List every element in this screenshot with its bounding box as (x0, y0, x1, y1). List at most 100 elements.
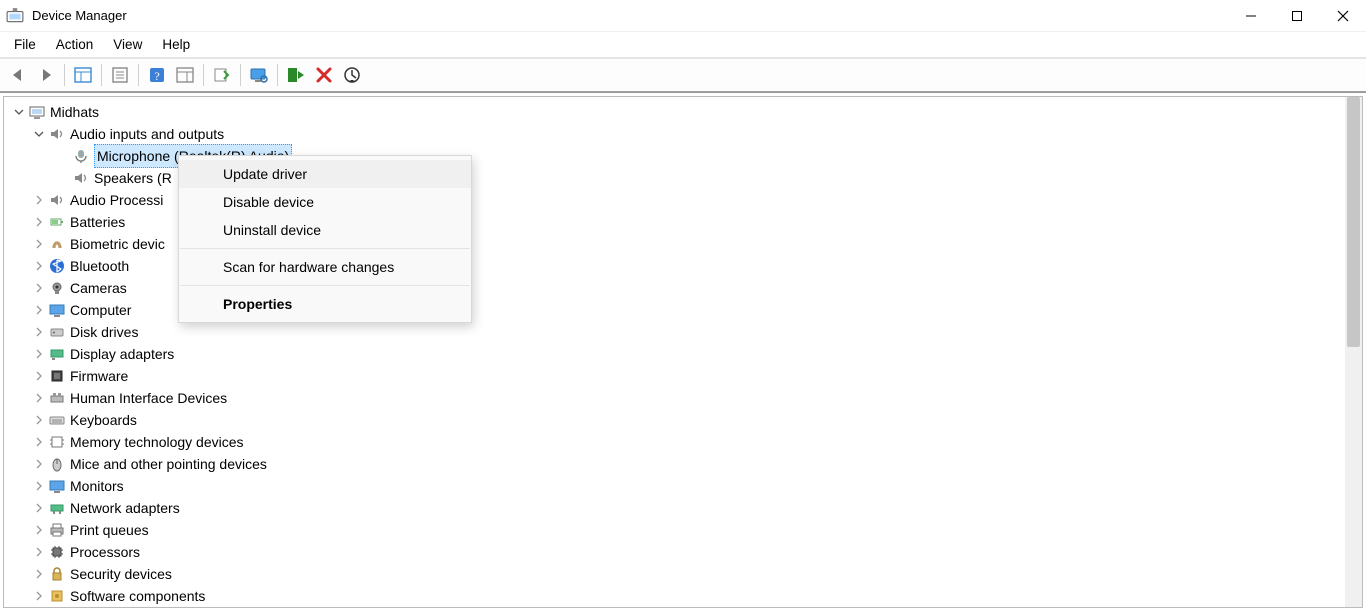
chevron-right-icon[interactable] (32, 259, 46, 273)
chevron-right-icon[interactable] (32, 325, 46, 339)
properties-button[interactable] (106, 61, 134, 89)
tree-node-label: Network adapters (70, 497, 180, 519)
maximize-button[interactable] (1274, 0, 1320, 32)
memory-icon (48, 433, 66, 451)
context-menu-scan-hardware[interactable]: Scan for hardware changes (179, 253, 471, 281)
chevron-right-icon[interactable] (32, 567, 46, 581)
disable-device-button[interactable] (338, 61, 366, 89)
app-icon (6, 7, 24, 25)
chevron-right-icon[interactable] (32, 193, 46, 207)
tree-node-label: Computer (70, 299, 131, 321)
network-icon (48, 499, 66, 517)
help-button[interactable]: ? (143, 61, 171, 89)
tree-node-mice[interactable]: Mice and other pointing devices (8, 453, 1362, 475)
tree-node-processors[interactable]: Processors (8, 541, 1362, 563)
menu-view[interactable]: View (103, 34, 152, 55)
titlebar: Device Manager (0, 0, 1366, 32)
tree-node-label: Batteries (70, 211, 125, 233)
tree-node-hid[interactable]: Human Interface Devices (8, 387, 1362, 409)
lock-icon (48, 565, 66, 583)
vertical-scrollbar[interactable] (1345, 97, 1362, 607)
twisty-none (56, 149, 70, 163)
context-menu-separator (180, 248, 470, 249)
chevron-right-icon[interactable] (32, 435, 46, 449)
menu-file[interactable]: File (4, 34, 46, 55)
hid-icon (48, 389, 66, 407)
tree-node-monitors[interactable]: Monitors (8, 475, 1362, 497)
tree-node-display-adapters[interactable]: Display adapters (8, 343, 1362, 365)
close-button[interactable] (1320, 0, 1366, 32)
tree-node-label: Firmware (70, 365, 128, 387)
tree-node-label: Bluetooth (70, 255, 129, 277)
context-menu-update-driver[interactable]: Update driver (179, 160, 471, 188)
scrollbar-thumb[interactable] (1347, 97, 1360, 347)
tree-node-network[interactable]: Network adapters (8, 497, 1362, 519)
tree-node-software-components[interactable]: Software components (8, 585, 1362, 607)
tree-node-label: Display adapters (70, 343, 174, 365)
chevron-right-icon[interactable] (32, 523, 46, 537)
chevron-right-icon[interactable] (32, 589, 46, 603)
action-pane-button[interactable] (171, 61, 199, 89)
chevron-right-icon[interactable] (32, 303, 46, 317)
tree-node-label: Audio Processi (70, 189, 163, 211)
minimize-button[interactable] (1228, 0, 1274, 32)
tree-node-label: Speakers (R (94, 167, 172, 189)
uninstall-device-button[interactable] (310, 61, 338, 89)
tree-node-firmware[interactable]: Firmware (8, 365, 1362, 387)
mouse-icon (48, 455, 66, 473)
update-driver-button[interactable] (208, 61, 236, 89)
tree-node-label: Audio inputs and outputs (70, 123, 224, 145)
tree-node-label: Monitors (70, 475, 124, 497)
chevron-right-icon[interactable] (32, 391, 46, 405)
bluetooth-icon (48, 257, 66, 275)
tree-node-memory-tech[interactable]: Memory technology devices (8, 431, 1362, 453)
tree-node-label: Print queues (70, 519, 149, 541)
chevron-right-icon[interactable] (32, 281, 46, 295)
menu-action[interactable]: Action (46, 34, 104, 55)
tree-node-print-queues[interactable]: Print queues (8, 519, 1362, 541)
scan-hardware-button[interactable] (245, 61, 273, 89)
menubar: File Action View Help (0, 32, 1366, 58)
context-menu: Update driver Disable device Uninstall d… (178, 155, 472, 323)
context-menu-properties[interactable]: Properties (179, 290, 471, 318)
tree-root[interactable]: Midhats (8, 101, 1362, 123)
speaker-icon (48, 191, 66, 209)
chevron-right-icon[interactable] (32, 237, 46, 251)
chevron-right-icon[interactable] (32, 347, 46, 361)
tree-node-label: Biometric devic (70, 233, 165, 255)
tree-node-keyboards[interactable]: Keyboards (8, 409, 1362, 431)
fingerprint-icon (48, 235, 66, 253)
context-menu-disable-device[interactable]: Disable device (179, 188, 471, 216)
chevron-right-icon[interactable] (32, 479, 46, 493)
chevron-right-icon[interactable] (32, 545, 46, 559)
context-menu-uninstall-device[interactable]: Uninstall device (179, 216, 471, 244)
speaker-icon (72, 169, 90, 187)
toolbar-separator (240, 64, 241, 86)
toolbar-separator (203, 64, 204, 86)
tree-node-security-devices[interactable]: Security devices (8, 563, 1362, 585)
nav-back-button[interactable] (4, 61, 32, 89)
nav-forward-button[interactable] (32, 61, 60, 89)
toolbar-separator (101, 64, 102, 86)
menu-help[interactable]: Help (152, 34, 200, 55)
enable-device-button[interactable] (282, 61, 310, 89)
chevron-down-icon[interactable] (32, 127, 46, 141)
software-component-icon (48, 587, 66, 605)
chevron-down-icon[interactable] (12, 105, 26, 119)
keyboard-icon (48, 411, 66, 429)
tree-node-audio-io[interactable]: Audio inputs and outputs (8, 123, 1362, 145)
chevron-right-icon[interactable] (32, 369, 46, 383)
firmware-icon (48, 367, 66, 385)
computer-icon (48, 301, 66, 319)
chevron-right-icon[interactable] (32, 413, 46, 427)
window-controls (1228, 0, 1366, 32)
tree-node-label: Midhats (50, 101, 99, 123)
chevron-right-icon[interactable] (32, 215, 46, 229)
window-title: Device Manager (32, 8, 127, 23)
chevron-right-icon[interactable] (32, 457, 46, 471)
chevron-right-icon[interactable] (32, 501, 46, 515)
device-tree-container: Midhats Audio inputs and outputs Microph… (3, 96, 1363, 608)
tree-node-disk-drives[interactable]: Disk drives (8, 321, 1362, 343)
show-hide-console-tree-button[interactable] (69, 61, 97, 89)
toolbar-separator (138, 64, 139, 86)
